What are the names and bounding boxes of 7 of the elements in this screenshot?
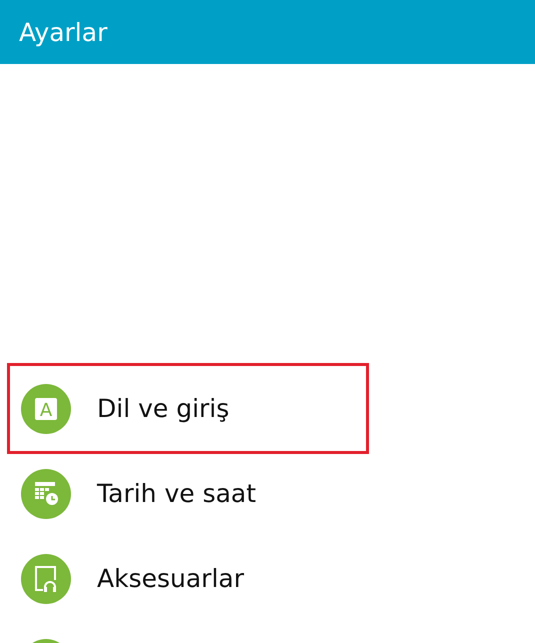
- settings-item[interactable]: Tarih ve saat: [10, 451, 366, 536]
- calendar-clock-icon: [21, 468, 71, 518]
- tablet-headphones-icon: [21, 554, 71, 604]
- window-title: Ayarlar: [19, 18, 108, 46]
- settings-item[interactable]: Aksesuarlar: [10, 536, 366, 621]
- settings-item[interactable]: A Dil ve giriş: [10, 366, 366, 451]
- letter-icon: A: [21, 384, 71, 434]
